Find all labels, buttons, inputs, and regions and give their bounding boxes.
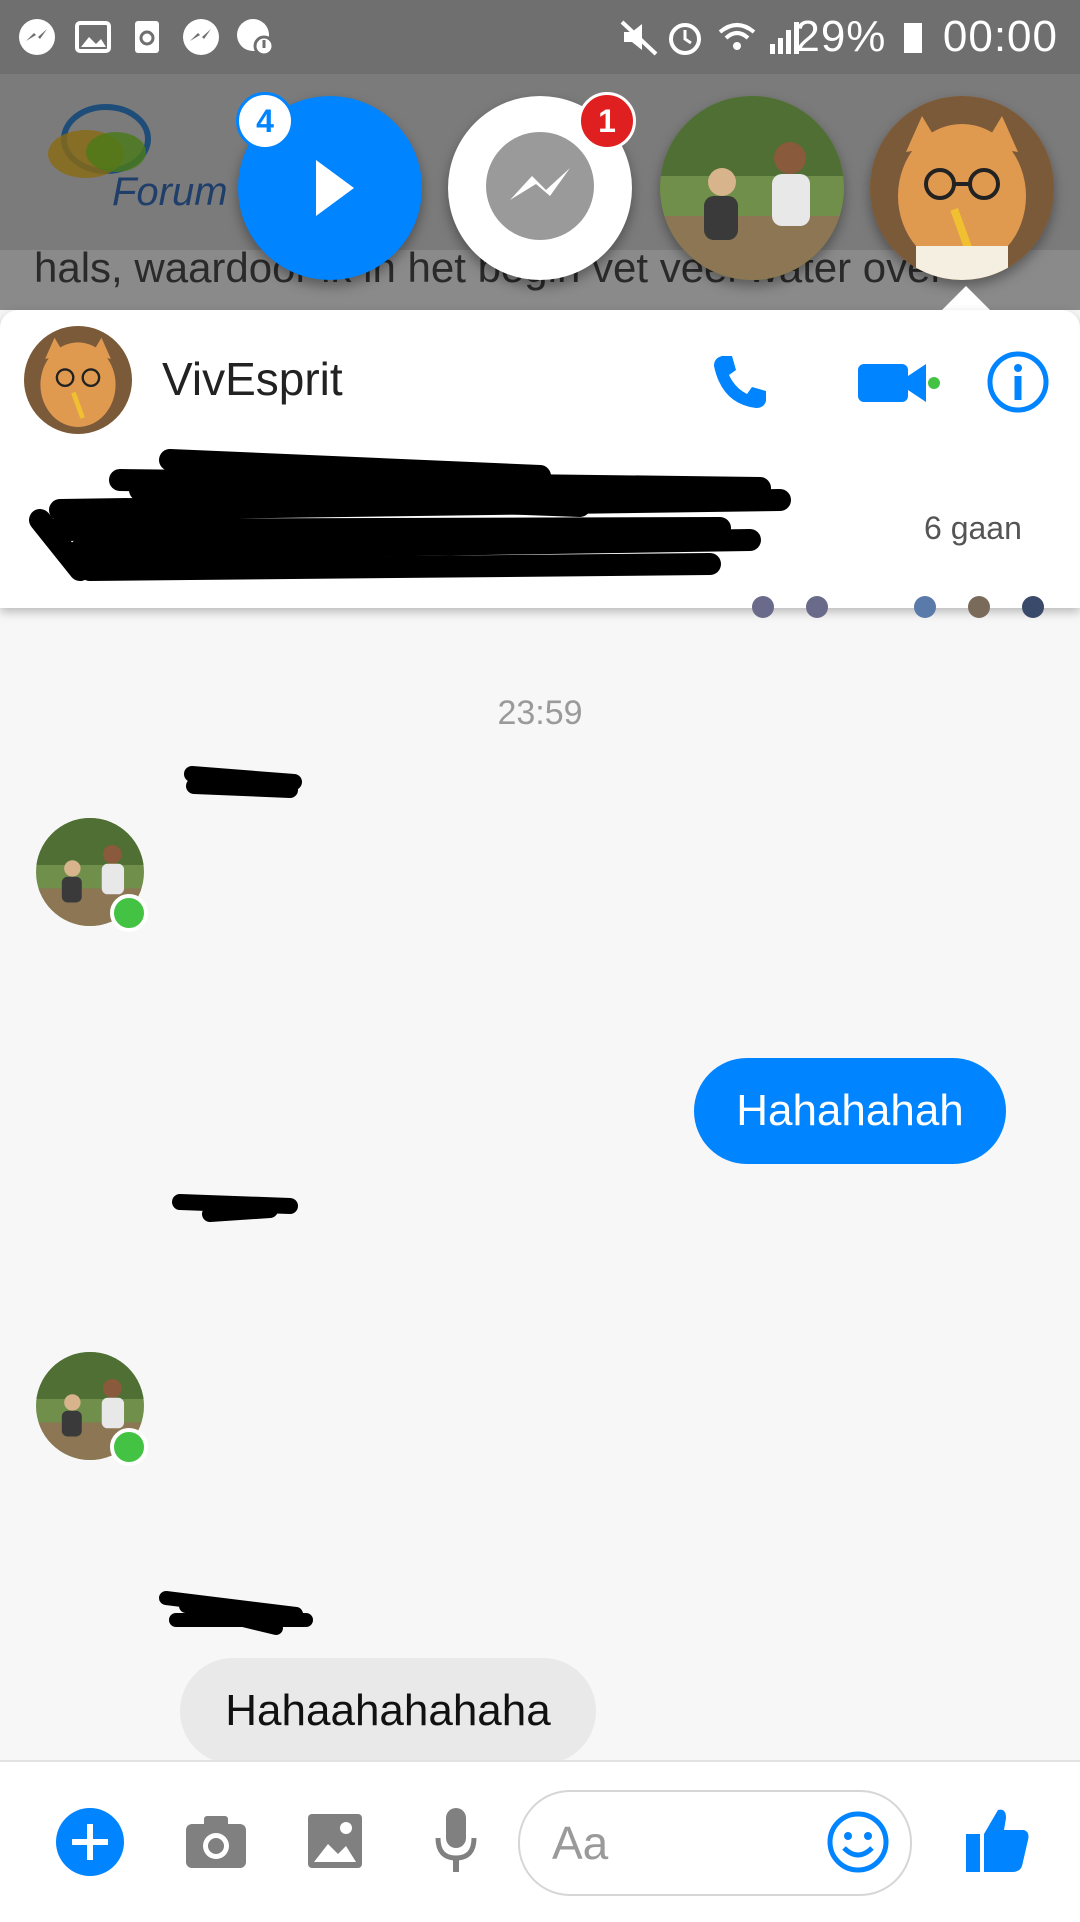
- messenger-notification-icon: [19, 19, 55, 55]
- add-more-icon[interactable]: [54, 1806, 126, 1878]
- redacted-sender-name-2: [172, 1194, 298, 1222]
- message-timestamp: 23:59: [497, 694, 583, 732]
- mute-icon: [620, 20, 658, 56]
- camera-icon[interactable]: [184, 1812, 248, 1872]
- receipt-avatar: [1022, 596, 1044, 618]
- wifi-icon: [718, 23, 756, 50]
- incoming-message-bubble[interactable]: Hahaahahahaha: [180, 1658, 596, 1764]
- outgoing-message-bubble[interactable]: Hahahahah: [694, 1058, 1006, 1164]
- receipt-avatar: [752, 596, 774, 618]
- online-indicator-2: [110, 1428, 148, 1466]
- chat-head-family[interactable]: [660, 96, 844, 280]
- chat-head-badge-red: 1: [578, 92, 636, 150]
- contact-name[interactable]: VivEsprit: [162, 352, 343, 406]
- status-text: 29% 00:00: [795, 12, 1058, 62]
- clock: 00:00: [942, 12, 1058, 61]
- cat-photo-icon: [870, 96, 1054, 280]
- like-thumbs-up-icon[interactable]: [962, 1804, 1032, 1876]
- receipt-avatar: [914, 596, 936, 618]
- message-input-placeholder: Aa: [552, 1817, 609, 1869]
- family-photo-icon: [660, 96, 844, 280]
- phone-call-icon[interactable]: [708, 350, 772, 414]
- alarm-icon: [669, 23, 701, 55]
- gallery-notification-icon: [75, 21, 111, 53]
- info-icon[interactable]: [986, 350, 1050, 414]
- cat-avatar-icon: [24, 326, 132, 434]
- redaction-scribble: [29, 449, 791, 581]
- forum-logo-text: Forum I: [112, 170, 250, 214]
- chat-head-cat[interactable]: [870, 96, 1054, 280]
- messenger-notification-icon-2: [183, 19, 219, 55]
- active-status: 6 gaan: [924, 510, 1022, 546]
- online-indicator: [110, 894, 148, 932]
- redacted-sender-name-3: [159, 1591, 313, 1635]
- microphone-icon[interactable]: [432, 1806, 480, 1876]
- chat-head-badge: 4: [236, 92, 294, 150]
- battery-percent: 29%: [795, 12, 887, 61]
- video-call-icon[interactable]: [856, 352, 942, 412]
- gallery-icon[interactable]: [306, 1812, 364, 1870]
- receipt-avatar: [968, 596, 990, 618]
- receipt-avatar: [806, 596, 828, 618]
- contact-avatar[interactable]: [24, 326, 132, 434]
- emoji-icon[interactable]: [826, 1810, 890, 1874]
- status-bar: 29% 00:00: [0, 0, 1080, 74]
- card-pointer: [940, 286, 992, 312]
- battery-icon: [903, 23, 922, 53]
- recycle-notification-icon: [135, 21, 159, 53]
- read-receipts: [752, 596, 1052, 618]
- redacted-sender-name: [184, 766, 302, 798]
- chat-alert-notification-icon: [237, 19, 275, 57]
